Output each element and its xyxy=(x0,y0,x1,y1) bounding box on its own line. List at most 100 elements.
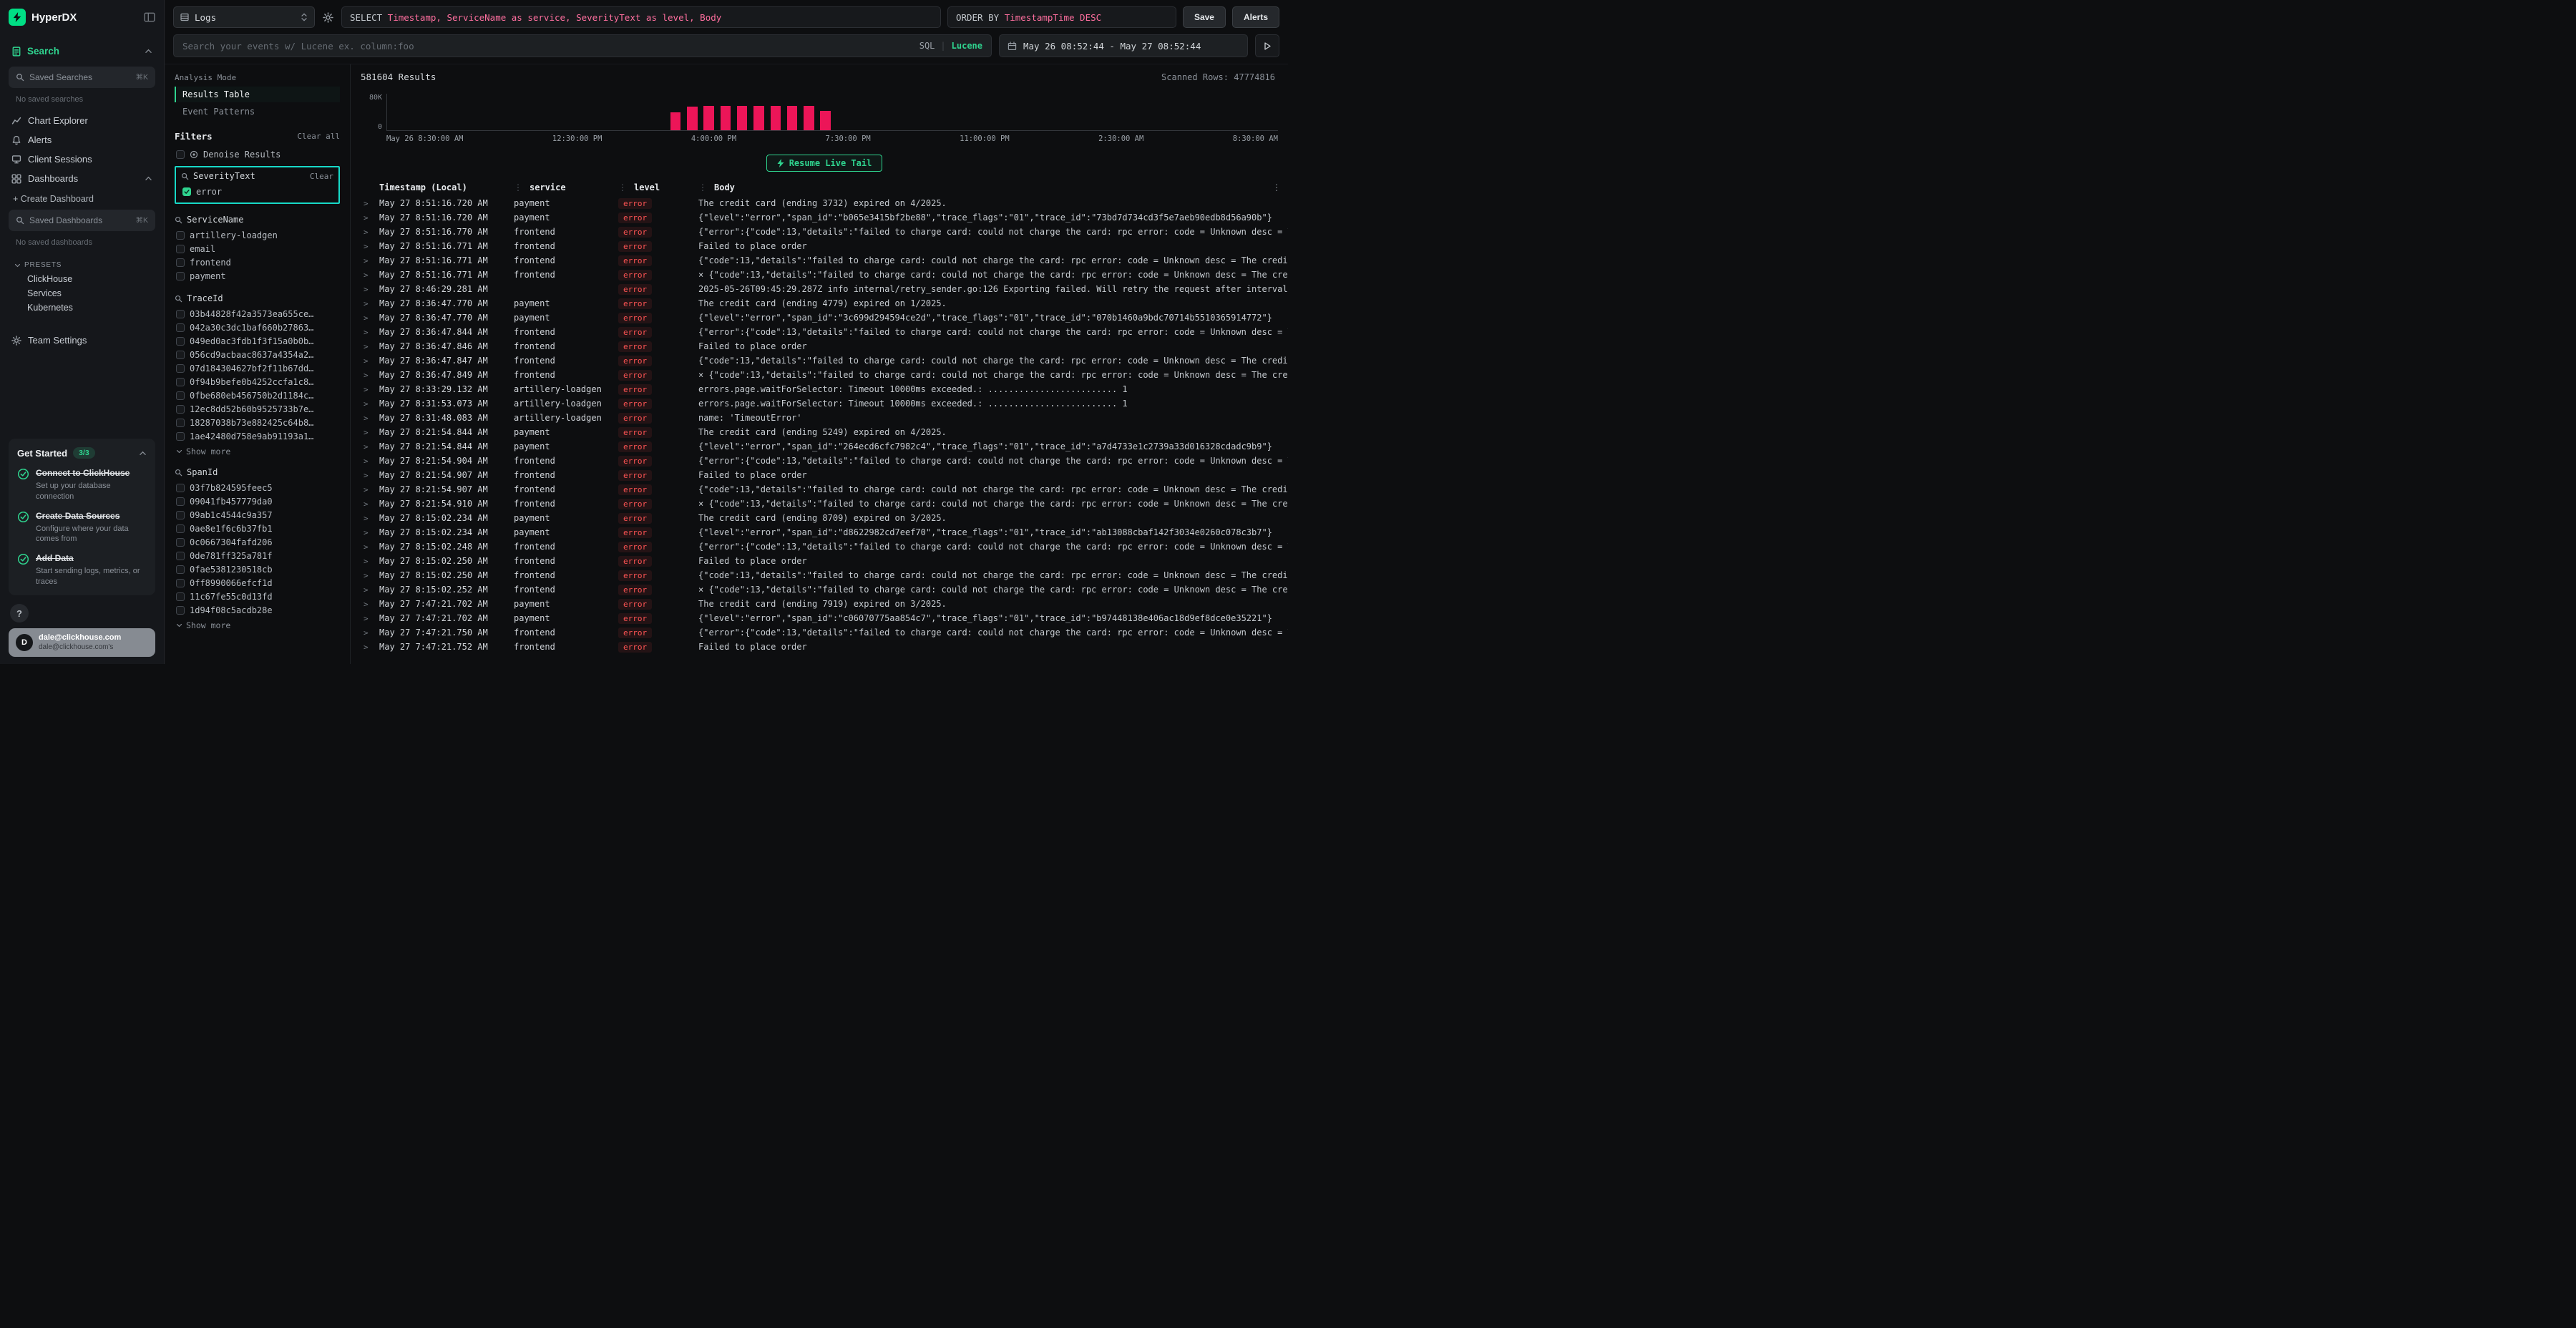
option-checkbox[interactable] xyxy=(176,432,185,441)
filter-option[interactable]: 0fae5381230518cb xyxy=(175,562,340,576)
option-checkbox[interactable] xyxy=(176,378,185,386)
table-row[interactable]: > May 27 8:51:16.771 AM frontend error F… xyxy=(361,239,1288,253)
filter-option[interactable]: 0de781ff325a781f xyxy=(175,549,340,562)
row-expand-icon[interactable]: > xyxy=(361,585,379,595)
row-expand-icon[interactable]: > xyxy=(361,600,379,609)
table-row[interactable]: > May 27 8:21:54.910 AM frontend error ×… xyxy=(361,497,1288,511)
nav-alerts[interactable]: Alerts xyxy=(9,130,155,150)
header-body[interactable]: ⋮Body xyxy=(698,182,1269,192)
row-expand-icon[interactable]: > xyxy=(361,242,379,251)
chevron-up-icon[interactable] xyxy=(145,48,152,54)
table-row[interactable]: > May 27 8:36:47.849 AM frontend error ×… xyxy=(361,368,1288,382)
servicename-field-label[interactable]: ServiceName xyxy=(187,215,243,225)
table-row[interactable]: > May 27 8:36:47.770 AM payment error Th… xyxy=(361,296,1288,311)
table-row[interactable]: > May 27 8:15:02.250 AM frontend error F… xyxy=(361,554,1288,568)
table-row[interactable]: > May 27 8:31:53.073 AM artillery-loadge… xyxy=(361,396,1288,411)
table-row[interactable]: > May 27 8:15:02.252 AM frontend error ×… xyxy=(361,582,1288,597)
row-expand-icon[interactable]: > xyxy=(361,471,379,480)
severity-option-error[interactable]: error xyxy=(181,185,333,198)
option-checkbox[interactable] xyxy=(176,310,185,318)
row-expand-icon[interactable]: > xyxy=(361,371,379,380)
histogram-plot[interactable] xyxy=(386,94,1278,131)
source-settings-gear-icon[interactable] xyxy=(321,12,335,23)
table-row[interactable]: > May 27 8:36:47.846 AM frontend error F… xyxy=(361,339,1288,353)
table-row[interactable]: > May 27 8:21:54.907 AM frontend error {… xyxy=(361,482,1288,497)
nav-chart-explorer[interactable]: Chart Explorer xyxy=(9,111,155,130)
option-checkbox[interactable] xyxy=(176,337,185,346)
row-expand-icon[interactable]: > xyxy=(361,643,379,652)
denoise-results-option[interactable]: Denoise Results xyxy=(175,147,340,161)
filter-option[interactable]: 03f7b824595feec5 xyxy=(175,481,340,494)
filter-option[interactable]: 09041fb457779da0 xyxy=(175,494,340,508)
select-query-input[interactable]: SELECT Timestamp, ServiceName as service… xyxy=(341,6,941,28)
table-row[interactable]: > May 27 8:36:47.844 AM frontend error {… xyxy=(361,325,1288,339)
row-expand-icon[interactable]: > xyxy=(361,499,379,509)
row-expand-icon[interactable]: > xyxy=(361,442,379,451)
option-checkbox[interactable] xyxy=(176,497,185,506)
table-row[interactable]: > May 27 8:21:54.844 AM payment error {"… xyxy=(361,439,1288,454)
saved-searches-button[interactable]: Saved Searches ⌘K xyxy=(9,67,155,88)
option-checkbox[interactable] xyxy=(176,592,185,601)
table-row[interactable]: > May 27 8:51:16.720 AM payment error Th… xyxy=(361,196,1288,210)
table-row[interactable]: > May 27 8:33:29.132 AM artillery-loadge… xyxy=(361,382,1288,396)
row-expand-icon[interactable]: > xyxy=(361,228,379,237)
table-row[interactable]: > May 27 8:21:54.844 AM payment error Th… xyxy=(361,425,1288,439)
spanid-show-more[interactable]: Show more xyxy=(175,617,340,630)
table-row[interactable]: > May 27 8:51:16.771 AM frontend error {… xyxy=(361,253,1288,268)
row-expand-icon[interactable]: > xyxy=(361,428,379,437)
filter-option[interactable]: 12ec8dd52b60b9525733b7e… xyxy=(175,402,340,416)
option-checkbox[interactable] xyxy=(176,391,185,400)
lucene-mode-toggle[interactable]: Lucene xyxy=(952,41,982,51)
traceid-field-label[interactable]: TraceId xyxy=(187,293,223,303)
denoise-checkbox[interactable] xyxy=(176,150,185,159)
table-row[interactable]: > May 27 8:36:47.847 AM frontend error {… xyxy=(361,353,1288,368)
row-expand-icon[interactable]: > xyxy=(361,270,379,280)
clear-all-button[interactable]: Clear all xyxy=(297,132,340,141)
row-expand-icon[interactable]: > xyxy=(361,313,379,323)
option-checkbox[interactable] xyxy=(176,552,185,560)
option-checkbox[interactable] xyxy=(176,511,185,519)
row-expand-icon[interactable]: > xyxy=(361,399,379,409)
option-checkbox[interactable] xyxy=(176,524,185,533)
option-checkbox[interactable] xyxy=(176,565,185,574)
severity-clear-button[interactable]: Clear xyxy=(310,172,333,181)
header-timestamp[interactable]: Timestamp (Local) xyxy=(379,182,514,192)
table-options-icon[interactable]: ⋮ xyxy=(1272,182,1281,192)
option-checkbox[interactable] xyxy=(176,364,185,373)
get-started-step[interactable]: Connect to ClickHouse Set up your databa… xyxy=(17,468,147,502)
filter-option[interactable]: email xyxy=(175,242,340,255)
row-expand-icon[interactable]: > xyxy=(361,628,379,638)
option-checkbox[interactable] xyxy=(176,258,185,267)
nav-dashboards[interactable]: Dashboards xyxy=(9,169,155,188)
search-bar[interactable]: SQL | Lucene xyxy=(173,34,992,57)
get-started-step[interactable]: Add Data Start sending logs, metrics, or… xyxy=(17,553,147,587)
filter-option[interactable]: 03b44828f42a3573ea655ce… xyxy=(175,307,340,321)
row-expand-icon[interactable]: > xyxy=(361,414,379,423)
filter-option[interactable]: 0fbe680eb456750b2d1184c… xyxy=(175,389,340,402)
table-row[interactable]: > May 27 7:47:21.702 AM payment error {"… xyxy=(361,611,1288,625)
traceid-show-more[interactable]: Show more xyxy=(175,443,340,456)
header-level[interactable]: ⋮level xyxy=(618,182,698,192)
filter-option[interactable]: 11c67fe55c0d13fd xyxy=(175,590,340,603)
nav-client-sessions[interactable]: Client Sessions xyxy=(9,150,155,169)
spanid-field-label[interactable]: SpanId xyxy=(187,467,218,477)
row-expand-icon[interactable]: > xyxy=(361,571,379,580)
filter-option[interactable]: 0f94b9befe0b4252ccfa1c8… xyxy=(175,375,340,389)
table-row[interactable]: > May 27 8:15:02.234 AM payment error Th… xyxy=(361,511,1288,525)
row-expand-icon[interactable]: > xyxy=(361,256,379,265)
mode-results-table[interactable]: Results Table xyxy=(175,87,340,102)
row-expand-icon[interactable]: > xyxy=(361,485,379,494)
sidebar-collapse-icon[interactable] xyxy=(144,12,155,22)
option-checkbox[interactable] xyxy=(176,272,185,280)
severitytext-field-label[interactable]: SeverityText xyxy=(193,171,255,181)
row-expand-icon[interactable]: > xyxy=(361,356,379,366)
table-row[interactable]: > May 27 7:47:21.752 AM frontend error F… xyxy=(361,640,1288,654)
row-expand-icon[interactable]: > xyxy=(361,342,379,351)
source-select[interactable]: Logs xyxy=(173,6,315,28)
row-expand-icon[interactable]: > xyxy=(361,614,379,623)
row-expand-icon[interactable]: > xyxy=(361,528,379,537)
filter-option[interactable]: 1d94f08c5acdb28e xyxy=(175,603,340,617)
get-started-step[interactable]: Create Data Sources Configure where your… xyxy=(17,511,147,545)
help-button[interactable]: ? xyxy=(10,604,29,622)
table-row[interactable]: > May 27 7:47:21.750 AM frontend error {… xyxy=(361,625,1288,640)
